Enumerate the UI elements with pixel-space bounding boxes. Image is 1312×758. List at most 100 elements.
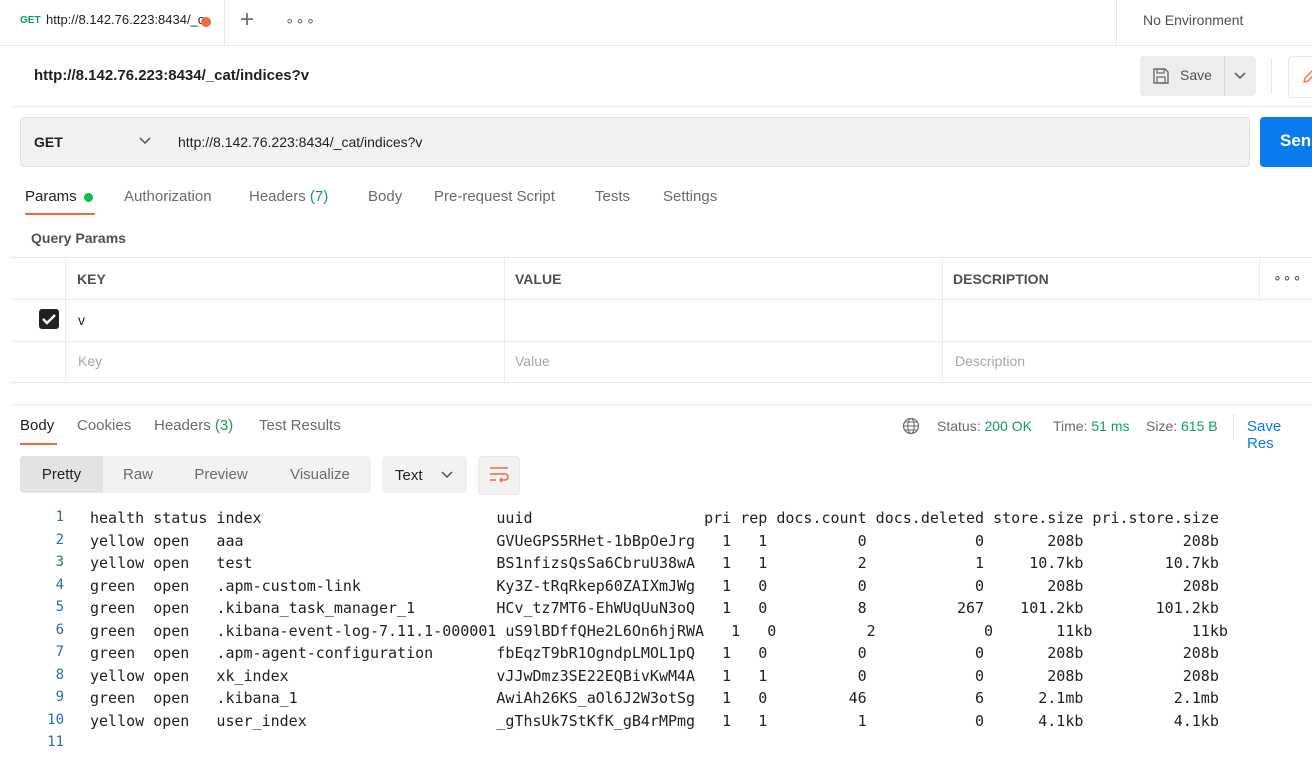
tab-settings[interactable]: Settings <box>663 188 717 205</box>
divider <box>10 106 1312 107</box>
line-number: 1 <box>55 509 64 525</box>
new-tab-button[interactable]: + <box>240 6 254 34</box>
time-value: 51 ms <box>1091 418 1130 434</box>
tab-tests[interactable]: Tests <box>595 188 630 205</box>
divider <box>1271 58 1272 94</box>
tab-label: Params <box>25 188 77 205</box>
description-cell[interactable]: Description <box>942 342 1312 382</box>
time-label: Time: <box>1053 418 1088 434</box>
environment-selector[interactable]: No Environment <box>1143 12 1243 28</box>
line-number: 3 <box>55 554 64 570</box>
more-icon: ∘∘∘ <box>1273 269 1303 285</box>
tab-pre-request-script[interactable]: Pre-request Script <box>434 188 555 205</box>
line-text: yellow open test BS1nfizsQsSa6CbruU38wA … <box>90 554 1219 572</box>
line-number: 8 <box>55 666 64 683</box>
size-label: Size: <box>1146 418 1178 434</box>
line-number: 11 <box>47 734 64 750</box>
view-pretty[interactable]: Pretty <box>20 456 103 493</box>
save-icon <box>1153 68 1169 84</box>
wrap-lines-button[interactable] <box>478 456 520 495</box>
url-input[interactable]: http://8.142.76.223:8434/_cat/indices?v <box>164 117 1250 167</box>
line-text: yellow open xk_index vJJwDmz3SE22EQBivKw… <box>90 666 1219 685</box>
wrap-lines-icon <box>490 467 509 483</box>
line-text: green open .kibana_task_manager_1 HCv_tz… <box>90 599 1219 617</box>
table-row: Key Value Description <box>10 342 1312 382</box>
line-number: 9 <box>55 689 64 705</box>
param-checkbox[interactable] <box>39 309 59 329</box>
line-text: green open .apm-agent-configuration fbEq… <box>90 644 1219 662</box>
active-tab-underline <box>25 213 95 215</box>
line-number: 7 <box>55 644 64 660</box>
table-row: v <box>10 300 1312 342</box>
header-cell: VALUE <box>504 258 942 299</box>
tab-label: Headers <box>249 188 306 205</box>
response-tab-headers[interactable]: Headers (3) <box>154 417 233 434</box>
line-text: green open .apm-custom-link Ky3Z-tRqRkep… <box>90 576 1219 595</box>
save-response-button[interactable]: Save Res <box>1247 418 1312 452</box>
pencil-icon <box>1303 70 1312 83</box>
line-text: health status index uuid pri rep docs.co… <box>90 509 1219 527</box>
key-placeholder: Key <box>78 353 103 369</box>
request-title[interactable]: http://8.142.76.223:8434/_cat/indices?v <box>34 67 309 84</box>
send-button[interactable]: Sen <box>1260 117 1312 167</box>
active-tab-underline <box>20 443 57 445</box>
value-placeholder: Value <box>515 353 550 369</box>
line-text: green open .kibana-event-log-7.11.1-0000… <box>90 621 1228 640</box>
key-cell[interactable]: v <box>65 300 504 341</box>
tab-authorization[interactable]: Authorization <box>124 188 212 205</box>
tab-url: http://8.142.76.223:8434/_cat/indices?v <box>46 12 206 27</box>
tab-label: Headers <box>154 417 211 434</box>
view-visualize[interactable]: Visualize <box>269 456 371 493</box>
send-label: Sen <box>1280 131 1312 150</box>
key-cell[interactable]: Key <box>65 342 504 382</box>
unsaved-dot-icon <box>201 17 211 27</box>
line-number: 5 <box>55 599 64 615</box>
view-raw[interactable]: Raw <box>103 456 173 493</box>
header-cell: DESCRIPTION <box>942 258 1259 299</box>
value-cell[interactable]: Value <box>504 342 942 382</box>
description-cell[interactable] <box>942 300 1312 341</box>
response-tab-body[interactable]: Body <box>20 417 54 434</box>
response-tab-test-results[interactable]: Test Results <box>259 417 341 434</box>
save-button[interactable]: Save <box>1140 56 1225 96</box>
divider <box>1233 414 1234 438</box>
bulk-edit-button[interactable]: ∘∘∘ <box>1259 258 1306 299</box>
tab-headers[interactable]: Headers (7) <box>249 188 328 205</box>
divider <box>10 404 1312 405</box>
more-tabs-button[interactable]: ∘∘∘ <box>285 12 316 30</box>
request-tab[interactable]: GET http://8.142.76.223:8434/_cat/indice… <box>10 0 225 45</box>
url-value: http://8.142.76.223:8434/_cat/indices?v <box>178 134 423 150</box>
method-value: GET <box>34 134 63 150</box>
description-placeholder: Description <box>955 353 1026 369</box>
line-text: yellow open user_index _gThsUk7StKfK_gB4… <box>90 711 1219 730</box>
value-header: VALUE <box>515 271 562 287</box>
chevron-down-icon[interactable] <box>1233 69 1247 83</box>
response-tab-cookies[interactable]: Cookies <box>77 417 131 434</box>
globe-icon[interactable] <box>902 417 920 435</box>
tab-params[interactable]: Params <box>25 188 77 205</box>
chevron-down-icon <box>139 137 151 145</box>
tab-method: GET <box>20 15 41 26</box>
line-number: 4 <box>55 576 64 593</box>
value-cell[interactable] <box>504 300 942 341</box>
format-select[interactable]: Text <box>382 456 467 493</box>
chevron-down-icon <box>441 471 453 479</box>
time-info: Time: 51 ms <box>1053 418 1130 434</box>
tab-body[interactable]: Body <box>368 188 402 205</box>
edit-button[interactable] <box>1288 56 1312 98</box>
header-cell: KEY <box>65 258 504 299</box>
params-active-dot-icon <box>84 193 93 202</box>
query-params-title: Query Params <box>31 230 126 246</box>
view-preview[interactable]: Preview <box>173 456 269 493</box>
method-select[interactable]: GET <box>20 117 166 167</box>
line-text: yellow open aaa GVUeGPS5RHet-1bBpOeJrg 1… <box>90 531 1219 550</box>
checkmark-icon <box>42 314 56 325</box>
format-value: Text <box>395 467 423 484</box>
line-number: 2 <box>55 531 64 548</box>
param-key: v <box>78 312 85 328</box>
tab-bar: GET http://8.142.76.223:8434/_cat/indice… <box>0 0 1312 46</box>
line-number: 10 <box>47 711 64 728</box>
table-header-row: KEY VALUE DESCRIPTION ∘∘∘ <box>10 258 1312 300</box>
status-info: Status: 200 OK <box>937 418 1032 434</box>
line-text: green open .kibana_1 AwiAh26KS_aOl6J2W3o… <box>90 689 1219 707</box>
